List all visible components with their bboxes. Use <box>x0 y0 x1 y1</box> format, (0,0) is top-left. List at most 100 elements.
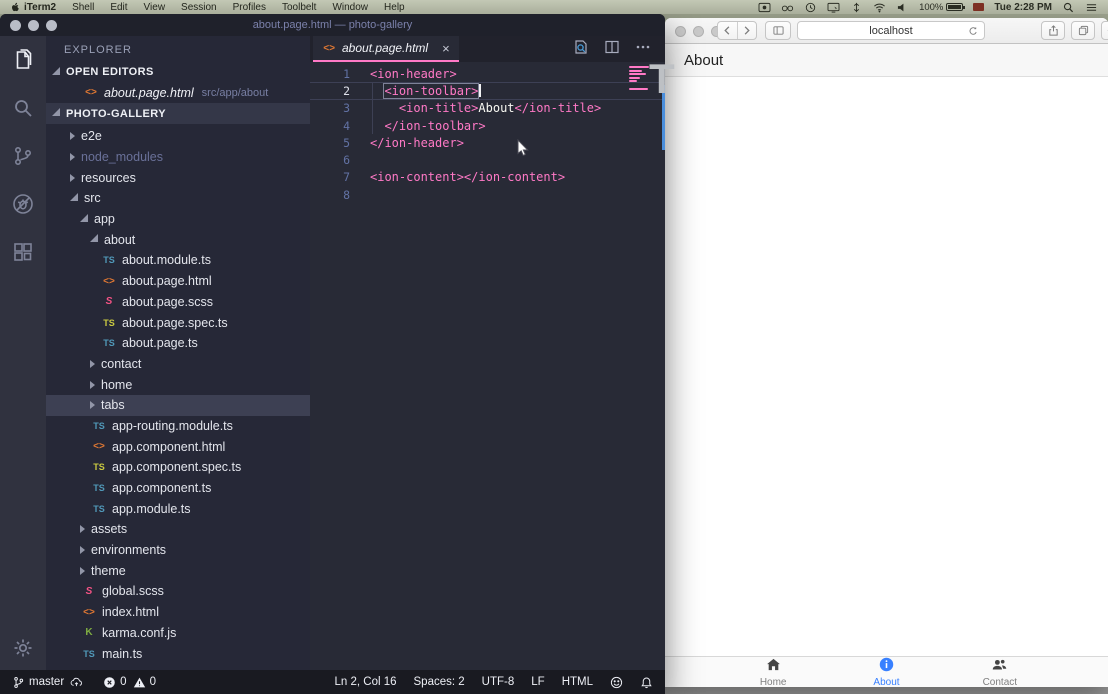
notifications-bell-icon[interactable] <box>640 676 653 689</box>
ion-tab-home[interactable]: Home <box>717 657 830 687</box>
tree-item-about.page.scss[interactable]: Sabout.page.scss <box>46 292 310 313</box>
menu-iterm2[interactable]: iTerm2 <box>24 2 56 13</box>
close-window-button[interactable] <box>675 26 686 37</box>
tree-item-theme[interactable]: theme <box>46 560 310 581</box>
wifi-icon[interactable] <box>873 2 886 13</box>
source-control-icon[interactable] <box>11 144 35 168</box>
language-mode[interactable]: HTML <box>562 676 593 688</box>
tree-item-index.html[interactable]: <>index.html <box>46 602 310 623</box>
ion-tab-contact[interactable]: Contact <box>943 657 1056 687</box>
encoding[interactable]: UTF-8 <box>482 676 515 688</box>
git-branch-indicator[interactable]: master <box>12 676 64 689</box>
back-button[interactable] <box>718 22 737 39</box>
tree-item-tabs[interactable]: tabs <box>46 395 310 416</box>
input-language-flag-icon[interactable] <box>973 3 984 11</box>
ion-tab-about[interactable]: About <box>830 657 943 687</box>
forward-button[interactable] <box>737 22 756 39</box>
workspace-header[interactable]: PHOTO-GALLERY <box>46 103 310 124</box>
screen-record-icon[interactable] <box>758 2 771 13</box>
code-line-7[interactable]: 7<ion-content></ion-content> <box>310 169 665 186</box>
tree-item-node_modules[interactable]: node_modules <box>46 147 310 168</box>
minimize-window-button[interactable] <box>693 26 704 37</box>
tree-item-assets[interactable]: assets <box>46 519 310 540</box>
indentation[interactable]: Spaces: 2 <box>414 676 465 688</box>
menu-shell[interactable]: Shell <box>72 2 94 13</box>
cursor-position[interactable]: Ln 2, Col 16 <box>335 676 397 688</box>
tree-item-environments[interactable]: environments <box>46 540 310 561</box>
notification-center-icon[interactable] <box>1085 2 1098 13</box>
explorer-icon[interactable] <box>11 48 35 72</box>
tree-item-app-routing.module.ts[interactable]: TSapp-routing.module.ts <box>46 416 310 437</box>
battery-indicator[interactable]: 100% <box>919 2 963 13</box>
tree-item-karma.conf.js[interactable]: Kkarma.conf.js <box>46 623 310 644</box>
tree-item-src[interactable]: src <box>46 188 310 209</box>
tree-item-label: about.page.html <box>122 274 212 288</box>
spotlight-icon[interactable] <box>1062 2 1075 13</box>
share-button[interactable] <box>1041 21 1065 40</box>
address-bar[interactable]: localhost <box>797 21 985 40</box>
open-changes-icon[interactable] <box>573 39 589 60</box>
reload-icon[interactable] <box>968 26 978 36</box>
settings-gear-icon[interactable] <box>11 636 35 660</box>
code-editor[interactable]: 1<ion-header>2 <ion-toolbar>3 <ion-title… <box>310 62 665 670</box>
tree-item-about.page.ts[interactable]: TSabout.page.ts <box>46 333 310 354</box>
tree-item-app.component.spec.ts[interactable]: TSapp.component.spec.ts <box>46 457 310 478</box>
menu-toolbelt[interactable]: Toolbelt <box>282 2 316 13</box>
tab-overview-button[interactable] <box>1071 21 1095 40</box>
eol[interactable]: LF <box>531 676 544 688</box>
vscode-title-bar[interactable]: about.page.html — photo-gallery <box>0 14 665 36</box>
tree-item-app.component.html[interactable]: <>app.component.html <box>46 436 310 457</box>
tree-item-contact[interactable]: contact <box>46 354 310 375</box>
volume-icon[interactable] <box>896 2 909 13</box>
editor-tab-about-page-html[interactable]: <> about.page.html × <box>313 36 459 62</box>
open-editor-item[interactable]: <> about.page.html src/app/about <box>46 82 310 103</box>
tree-item-resources[interactable]: resources <box>46 167 310 188</box>
open-editors-header[interactable]: OPEN EDITORS <box>46 62 310 82</box>
close-tab-icon[interactable]: × <box>442 41 450 56</box>
display-icon[interactable] <box>827 2 840 13</box>
menu-session[interactable]: Session <box>181 2 217 13</box>
tree-item-about.module.ts[interactable]: TSabout.module.ts <box>46 250 310 271</box>
code-line-8[interactable]: 8 <box>310 186 665 203</box>
code-line-4[interactable]: 4 </ion-toolbar> <box>310 117 665 134</box>
code-line-2[interactable]: 2 <ion-toolbar> <box>310 82 665 99</box>
new-tab-button[interactable] <box>1101 21 1108 40</box>
warning-count[interactable]: 0 <box>133 676 156 689</box>
minimize-window-button[interactable] <box>28 20 39 31</box>
menu-window[interactable]: Window <box>332 2 368 13</box>
error-count[interactable]: 0 <box>103 676 126 689</box>
sidebar-toggle-button[interactable] <box>765 21 791 40</box>
extensions-icon[interactable] <box>11 240 35 264</box>
tree-item-about.page.html[interactable]: <>about.page.html <box>46 271 310 292</box>
tree-item-app.component.ts[interactable]: TSapp.component.ts <box>46 478 310 499</box>
split-editor-icon[interactable] <box>604 39 620 60</box>
tree-item-global.scss[interactable]: Sglobal.scss <box>46 581 310 602</box>
tree-item-label: contact <box>101 357 141 371</box>
code-line-6[interactable]: 6 <box>310 151 665 168</box>
apple-menu-icon[interactable] <box>10 2 20 13</box>
glasses-icon[interactable] <box>781 2 794 13</box>
menu-help[interactable]: Help <box>384 2 405 13</box>
tree-item-home[interactable]: home <box>46 374 310 395</box>
menu-edit[interactable]: Edit <box>110 2 127 13</box>
debug-icon[interactable] <box>11 192 35 216</box>
menu-clock[interactable]: Tue 2:28 PM <box>994 2 1052 13</box>
menu-view[interactable]: View <box>144 2 166 13</box>
clock-icon[interactable] <box>804 2 817 13</box>
tree-item-main.ts[interactable]: TSmain.ts <box>46 643 310 664</box>
keyboard-brightness-icon[interactable] <box>850 2 863 13</box>
feedback-smiley-icon[interactable] <box>610 676 623 689</box>
code-line-1[interactable]: 1<ion-header> <box>310 65 665 82</box>
tree-item-e2e[interactable]: e2e <box>46 126 310 147</box>
tree-item-app.module.ts[interactable]: TSapp.module.ts <box>46 498 310 519</box>
tree-item-about.page.spec.ts[interactable]: TSabout.page.spec.ts <box>46 312 310 333</box>
menu-profiles[interactable]: Profiles <box>233 2 266 13</box>
tree-item-about[interactable]: about <box>46 229 310 250</box>
tree-item-app[interactable]: app <box>46 209 310 230</box>
code-line-3[interactable]: 3 <ion-title>About</ion-title> <box>310 100 665 117</box>
close-window-button[interactable] <box>10 20 21 31</box>
zoom-window-button[interactable] <box>46 20 57 31</box>
search-icon[interactable] <box>11 96 35 120</box>
code-line-5[interactable]: 5</ion-header> <box>310 134 665 151</box>
publish-changes-button[interactable] <box>70 676 83 689</box>
